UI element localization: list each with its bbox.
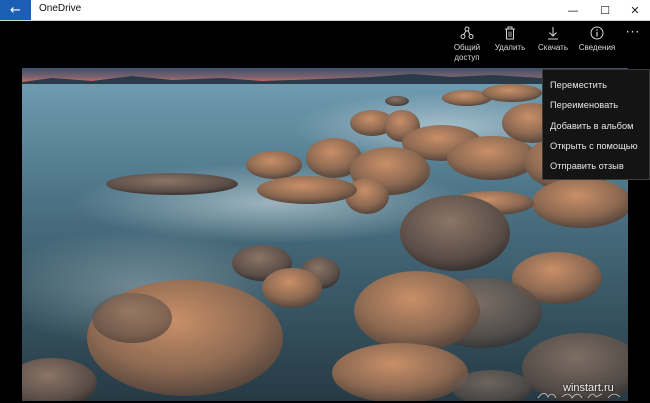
info-button[interactable]: Сведения [577,26,617,53]
download-icon [548,27,558,40]
menu-item-move[interactable]: Переместить [543,75,649,95]
toolbar: Общий доступ Удалить Скачать Сведения ··… [0,21,650,67]
trash-icon [505,26,515,40]
menu-item-rename[interactable]: Переименовать [543,95,649,115]
download-button[interactable]: Скачать [533,26,573,53]
seascape-photo [22,68,628,401]
delete-button[interactable]: Удалить [490,26,530,53]
close-button[interactable]: ✕ [619,0,650,20]
info-icon [590,26,604,40]
photographer-signature [537,392,621,399]
share-label-line2: доступ [454,53,480,62]
maximize-button[interactable]: ☐ [589,0,621,20]
more-options-button[interactable]: ··· [621,25,645,45]
maximize-icon: ☐ [600,3,610,17]
back-arrow-icon: ← [10,2,21,18]
menu-item-send-feedback[interactable]: Отправить отзыв [543,156,649,176]
share-label-line1: Общий [453,43,481,52]
minimize-button[interactable]: — [557,0,589,20]
photo-view[interactable] [22,68,628,401]
minimize-icon: — [567,3,579,17]
more-options-menu: Переместить Переименовать Добавить в аль… [542,69,650,180]
share-button[interactable]: Общий доступ [447,26,487,63]
more-icon: ··· [625,25,641,39]
app-title: OneDrive [39,3,82,14]
share-icon [460,26,474,39]
download-label: Скачать [538,43,568,52]
back-button[interactable]: ← [0,0,31,20]
close-icon: ✕ [630,3,640,17]
menu-item-open-with[interactable]: Открыть с помощью [543,136,649,156]
title-bar: ← OneDrive — ☐ ✕ [0,0,650,21]
info-label: Сведения [578,43,616,52]
delete-label: Удалить [494,43,526,52]
menu-item-add-to-album[interactable]: Добавить в альбом [543,116,649,136]
